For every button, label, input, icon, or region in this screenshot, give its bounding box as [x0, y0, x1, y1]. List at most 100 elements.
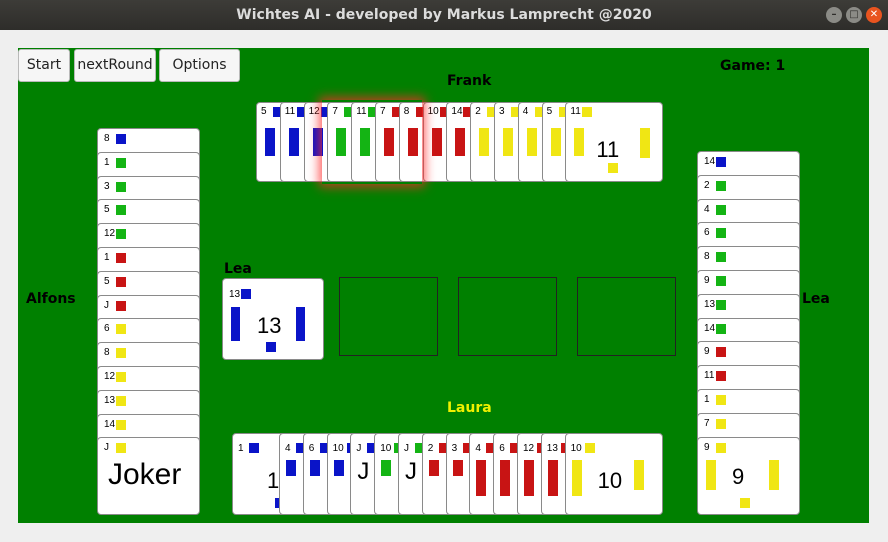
card-rank: 1: [704, 394, 710, 405]
card-rank: 6: [704, 227, 710, 239]
suit-bar: [476, 460, 487, 496]
card-rank: J: [104, 442, 109, 454]
suit-pip: [716, 157, 726, 167]
card-rank: 1: [104, 252, 110, 263]
card-rank: 1: [104, 156, 110, 168]
suit-bar: [286, 460, 296, 476]
suit-bar: [524, 460, 534, 496]
suit-bar: [571, 460, 582, 496]
card-rank: 8: [104, 347, 110, 359]
card-face-value: 9: [732, 463, 745, 489]
suit-pip: [116, 276, 126, 287]
suit-bar: [381, 460, 392, 476]
suit-bar: [526, 128, 537, 156]
card-rank: 12: [523, 443, 535, 454]
card-rank: 2: [427, 443, 434, 454]
suit-bar: [312, 128, 323, 156]
card-top[interactable]: 11 11: [565, 102, 664, 182]
card-bottom[interactable]: 10 10: [564, 433, 663, 515]
card-rank: 7: [332, 106, 338, 117]
suit-pip: [116, 443, 126, 454]
card-rank: 11: [284, 106, 296, 117]
suit-bar: [503, 128, 513, 156]
minimize-icon[interactable]: –: [826, 7, 842, 23]
game-counter: Game: 1: [720, 58, 786, 74]
card-face-value: 1: [267, 468, 280, 493]
card-right[interactable]: 99: [697, 436, 800, 515]
suit-pip: [716, 252, 726, 263]
card-rank: 5: [261, 106, 267, 117]
suit-bar: [431, 128, 442, 156]
card-rank: J: [356, 443, 362, 454]
suit-bar: [574, 128, 585, 156]
card-face-value: Joker: [108, 458, 182, 492]
suit-pip: [116, 181, 126, 192]
card-rank: 12: [308, 106, 320, 117]
card-rank: 10: [427, 106, 439, 117]
trick-slot: [577, 277, 676, 356]
player-name-right: Lea: [802, 291, 830, 307]
suit-pip: [116, 395, 126, 406]
suit-bar: [428, 460, 439, 476]
suit-pip: [116, 348, 126, 359]
suit-bar: [706, 459, 716, 490]
close-icon[interactable]: ✕: [866, 7, 882, 23]
card-rank: J: [404, 443, 409, 454]
suit-pip: [584, 443, 595, 453]
player-name-bottom: Laura: [447, 400, 492, 416]
card-rank: 2: [704, 179, 710, 191]
card-rank: 5: [546, 106, 553, 117]
card-left[interactable]: J Joker: [97, 437, 200, 516]
played-card: 13 13: [222, 278, 324, 360]
card-rank: 4: [522, 106, 529, 117]
suit-pip: [116, 372, 126, 382]
suit-pip: [116, 324, 126, 335]
suit-pip: [716, 204, 726, 215]
card-rank: 7: [380, 106, 386, 117]
card-rank: 13: [104, 394, 116, 406]
maximize-icon[interactable]: □: [846, 7, 862, 23]
suit-bar: [360, 128, 371, 156]
trick-slot: [458, 277, 557, 356]
card-rank: 8: [104, 133, 110, 144]
options-button[interactable]: Options: [159, 49, 240, 82]
card-rank: 13: [229, 289, 241, 300]
suit-bar: [479, 128, 490, 156]
start-button[interactable]: Start: [18, 49, 70, 82]
suit-pip: [716, 347, 726, 358]
card-rank: 12: [104, 371, 116, 382]
next-round-button[interactable]: nextRound: [74, 49, 156, 82]
card-rank: 4: [704, 203, 710, 215]
card-rank: 10: [570, 443, 582, 454]
card-rank: 9: [704, 441, 710, 453]
card-face-value: J: [357, 458, 370, 485]
card-rank: 11: [570, 106, 581, 117]
suit-pip: [116, 229, 126, 240]
suit-bar: [309, 460, 320, 476]
suit-pip: [716, 228, 726, 239]
card-rank: 3: [104, 180, 110, 192]
suit-bar: [500, 460, 511, 496]
card-rank: 6: [104, 323, 110, 335]
suit-pip: [116, 205, 126, 216]
suit-bar: [336, 128, 347, 156]
card-rank: 10: [332, 443, 344, 454]
card-rank: 14: [704, 322, 716, 334]
suit-bar: [640, 128, 651, 158]
suit-pip: [608, 163, 619, 173]
card-rank: 12: [104, 228, 116, 240]
card-rank: 8: [704, 251, 710, 263]
card-rank: 4: [475, 443, 481, 454]
suit-pip: [716, 395, 726, 405]
window-titlebar: Wichtes AI - developed by Markus Lamprec…: [0, 0, 888, 30]
card-face-value: 11: [596, 137, 620, 162]
player-name-top: Frank: [447, 73, 492, 89]
suit-pip: [582, 107, 593, 117]
card-rank: 1: [238, 443, 244, 454]
suit-bar: [769, 459, 779, 490]
suit-bar: [296, 307, 305, 341]
suit-pip: [716, 299, 726, 310]
card-rank: 7: [704, 417, 710, 429]
card-rank: 13: [546, 443, 558, 454]
suit-pip: [249, 443, 259, 453]
